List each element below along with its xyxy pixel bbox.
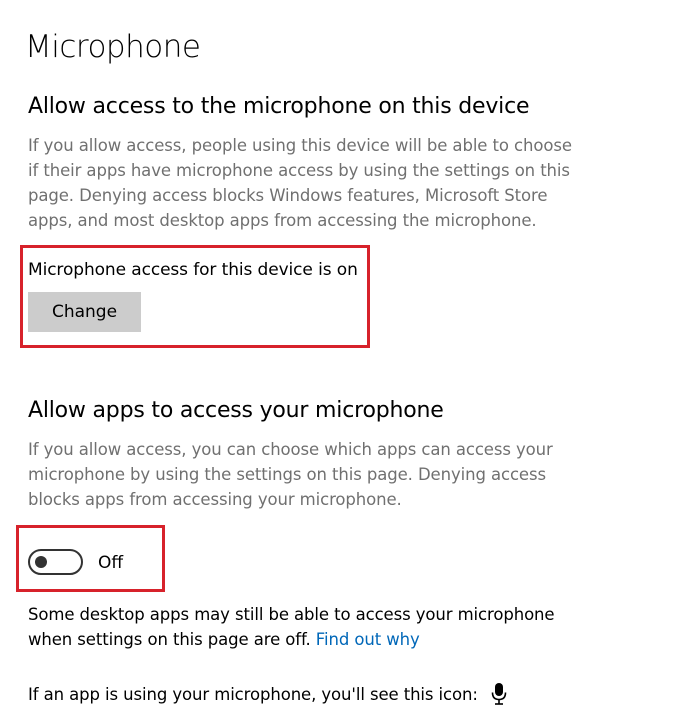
description-line: page. Denying access blocks Windows feat… [28,186,548,205]
device-access-description: If you allow access, people using this d… [28,133,588,233]
description-line: blocks apps from accessing your micropho… [28,490,402,509]
page-title: Microphone [25,29,201,65]
description-line: If you allow access, people using this d… [28,136,572,155]
microphone-icon [491,683,507,705]
description-line: apps, and most desktop apps from accessi… [28,211,537,230]
desktop-apps-note-line: when settings on this page are off. Find… [28,627,554,652]
apps-access-description: If you allow access, you can choose whic… [28,437,588,512]
find-out-why-link[interactable]: Find out why [316,630,420,649]
change-button[interactable]: Change [28,292,141,332]
device-access-status: Microphone access for this device is on [28,260,358,280]
apps-access-heading: Allow apps to access your microphone [28,398,444,423]
description-line: if their apps have microphone access by … [28,161,570,180]
desktop-apps-note: Some desktop apps may still be able to a… [28,602,555,652]
icon-note-text: If an app is using your microphone, you'… [28,685,478,704]
toggle-state-label: Off [98,553,124,573]
device-access-heading: Allow access to the microphone on this d… [28,94,530,119]
desktop-apps-note-line: Some desktop apps may still be able to a… [28,605,555,624]
description-line: microphone by using the settings on this… [28,465,546,484]
apps-access-toggle[interactable] [28,549,83,575]
description-line: If you allow access, you can choose whic… [28,440,553,459]
toggle-knob [35,556,47,568]
desktop-apps-note-text: when settings on this page are off. [28,630,311,649]
